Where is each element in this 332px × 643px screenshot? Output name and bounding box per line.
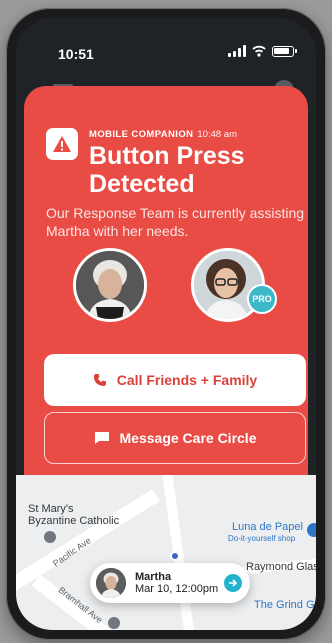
alert-eyebrow: MOBILE COMPANION 10:48 am <box>89 129 237 140</box>
place-shop-type: Do-it-yourself shop <box>228 534 296 543</box>
status-bar: 10:51 <box>16 18 316 78</box>
message-icon <box>94 432 109 444</box>
call-button-label: Call Friends + Family <box>116 372 258 388</box>
map-view[interactable]: St Mary's Byzantine Catholic Pacific Ave… <box>16 475 316 630</box>
card-avatar <box>96 568 126 598</box>
wifi-icon <box>252 45 266 57</box>
battery-icon <box>272 45 297 57</box>
card-datetime: Mar 10, 12:00pm <box>135 583 219 595</box>
message-button-label: Message Care Circle <box>119 430 257 446</box>
signal-icon <box>228 45 246 57</box>
place-church-line1: St Mary's <box>28 503 74 515</box>
senior-avatar <box>73 248 147 322</box>
status-time: 10:51 <box>58 46 94 62</box>
phone-frame: 10:51 MOBILE COMPANION 10:48 am Button P… <box>6 8 326 640</box>
card-name: Martha <box>135 571 172 583</box>
alert-panel: MOBILE COMPANION 10:48 am Button Press De… <box>24 86 308 486</box>
warning-icon <box>46 128 78 160</box>
card-text: Martha Mar 10, 12:00pm <box>135 571 218 595</box>
place-shop-name: Luna de Papel <box>232 521 303 533</box>
place-raymond: Raymond Glass <box>246 561 316 573</box>
alert-time: 10:48 am <box>197 129 238 140</box>
place-grind: The Grind Gen <box>254 599 316 611</box>
arrow-right-icon[interactable] <box>224 574 242 592</box>
church-pin-icon[interactable] <box>44 531 56 543</box>
alert-subtitle: Our Response Team is currently assisting… <box>46 205 305 239</box>
alert-app-name: MOBILE COMPANION <box>89 129 194 140</box>
place-church-line2: Byzantine Catholic <box>28 515 120 527</box>
event-card[interactable]: Martha Mar 10, 12:00pm <box>90 563 250 603</box>
location-dot-icon <box>170 551 180 561</box>
screen: 10:51 MOBILE COMPANION 10:48 am Button P… <box>16 18 316 630</box>
status-icons <box>228 45 297 57</box>
pro-badge: PRO <box>247 284 277 314</box>
phone-icon <box>93 374 106 386</box>
message-care-circle-button[interactable]: Message Care Circle <box>44 412 306 464</box>
call-friends-family-button[interactable]: Call Friends + Family <box>44 354 306 406</box>
map-pin-icon[interactable] <box>108 617 120 629</box>
shop-pin-icon[interactable] <box>307 523 316 537</box>
alert-title: Button Press Detected <box>89 142 245 198</box>
